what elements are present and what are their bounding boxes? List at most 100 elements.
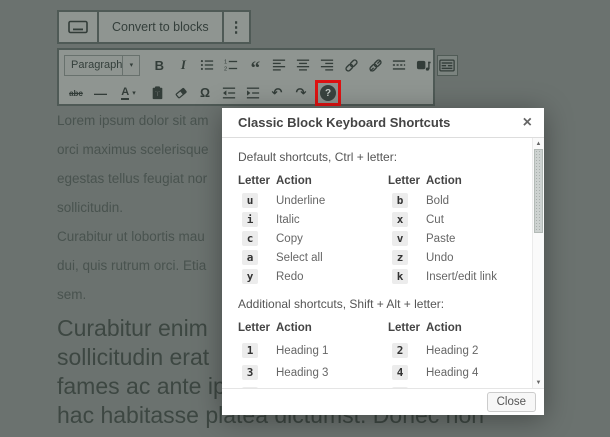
col-header: Letter — [238, 175, 270, 187]
increase-indent-button[interactable] — [243, 83, 264, 104]
key-badge: 2 — [392, 343, 408, 358]
redo-button[interactable]: ↷ — [291, 83, 312, 104]
action-label: Italic — [276, 213, 300, 226]
paragraph-select-value: Paragraph — [71, 59, 123, 71]
editor-line: sem. — [57, 287, 87, 302]
toolbar-row-2: abc — A ▾ Ω ↶ ↷ ? — [59, 80, 433, 106]
align-center-icon — [297, 59, 310, 71]
special-character-button[interactable]: Ω — [195, 83, 216, 104]
link-icon — [345, 58, 358, 72]
align-right-icon — [321, 59, 334, 71]
wordpress-editor-screen: Convert to blocks ⋮ Paragraph ▾ B I 1 2 — [0, 0, 610, 437]
key-badge: 3 — [242, 365, 258, 380]
decrease-indent-button[interactable] — [219, 83, 240, 104]
scrollbar-thumb[interactable] — [534, 149, 543, 233]
editor-paragraph-2[interactable]: Curabitur ut lobortis mau dui, quis rutr… — [57, 222, 206, 309]
annotation-highlight-box: ? — [315, 80, 341, 106]
align-left-button[interactable] — [269, 55, 290, 76]
svg-text:1: 1 — [224, 59, 227, 65]
keyboard-shortcuts-modal: Classic Block Keyboard Shortcuts × Defau… — [222, 108, 544, 415]
text-color-letter: A — [121, 85, 130, 100]
scroll-up-icon[interactable]: ▲ — [533, 139, 544, 148]
key-badge: a — [242, 250, 258, 265]
insert-link-button[interactable] — [341, 55, 362, 76]
col-header: Action — [276, 175, 312, 187]
modal-header: Classic Block Keyboard Shortcuts × — [222, 108, 544, 138]
add-media-icon — [416, 60, 431, 71]
editor-line: Lorem ipsum dolor sit am — [57, 113, 209, 128]
action-label: Heading 1 — [276, 344, 329, 357]
undo-button[interactable]: ↶ — [267, 83, 288, 104]
eraser-icon — [175, 87, 187, 99]
key-badge: y — [242, 269, 258, 284]
action-label: Underline — [276, 194, 326, 207]
align-center-button[interactable] — [293, 55, 314, 76]
key-badge: v — [392, 231, 408, 246]
numbered-list-icon: 1 2 — [224, 59, 238, 72]
action-label: Heading 3 — [276, 366, 329, 379]
add-media-button[interactable] — [413, 55, 434, 76]
horizontal-rule-button[interactable]: — — [90, 83, 111, 104]
key-badge: b — [392, 193, 408, 208]
close-icon[interactable]: × — [521, 114, 534, 131]
col-header: Action — [276, 322, 312, 334]
bulleted-list-icon — [201, 60, 214, 70]
col-header: Action — [426, 322, 462, 334]
modal-title: Classic Block Keyboard Shortcuts — [238, 115, 451, 130]
editor-line: orci maximus scelerisque — [57, 142, 209, 157]
default-shortcuts-label: Default shortcuts, Ctrl + letter: — [238, 150, 398, 164]
action-label: Insert/edit link — [426, 270, 497, 283]
action-label: Heading 2 — [426, 344, 479, 357]
toolbar-toggle-keyboard-icon — [439, 59, 456, 71]
align-left-icon — [273, 59, 286, 71]
strikethrough-button[interactable]: abc — [66, 83, 87, 104]
default-shortcuts-table: Letter Action Letter Action u Underline … — [238, 175, 514, 284]
numbered-list-button[interactable]: 1 2 — [221, 55, 242, 76]
close-button[interactable]: Close — [486, 392, 536, 412]
block-toolbar: Convert to blocks ⋮ — [57, 10, 251, 44]
action-label: Heading 4 — [426, 366, 479, 379]
block-options-button[interactable]: ⋮ — [221, 12, 249, 42]
editor-line: sollicitudin. — [57, 200, 124, 215]
key-badge: x — [392, 212, 408, 227]
scroll-down-icon[interactable]: ▼ — [533, 378, 544, 387]
convert-to-blocks-button[interactable]: Convert to blocks — [97, 12, 222, 42]
paste-as-text-clipboard-icon — [152, 86, 162, 100]
additional-shortcuts-table: Letter Action Letter Action 1 Heading 1 … — [238, 322, 514, 388]
modal-body: Default shortcuts, Ctrl + letter: Letter… — [222, 138, 544, 388]
key-badge: 4 — [392, 365, 408, 380]
editor-line: dui, quis rutrum orci. Etia — [57, 258, 207, 273]
action-label: Paste — [426, 232, 456, 245]
toolbar-toggle-button[interactable] — [436, 54, 458, 76]
italic-button[interactable]: I — [173, 55, 194, 76]
action-label: Redo — [276, 270, 304, 283]
chevron-down-icon: ▾ — [132, 90, 136, 97]
action-label: Undo — [426, 251, 454, 264]
key-badge: c — [242, 231, 258, 246]
blockquote-button[interactable]: “ — [245, 55, 266, 78]
svg-text:2: 2 — [224, 67, 227, 72]
read-more-button[interactable] — [389, 55, 410, 76]
paragraph-format-select[interactable]: Paragraph ▾ — [64, 54, 141, 76]
text-color-button[interactable]: A ▾ — [114, 83, 144, 104]
bulleted-list-button[interactable] — [197, 55, 218, 76]
remove-link-button[interactable] — [365, 55, 386, 76]
action-label: Bold — [426, 194, 450, 207]
key-badge: 1 — [242, 343, 258, 358]
clear-formatting-button[interactable] — [171, 83, 192, 104]
col-header: Letter — [388, 322, 420, 334]
key-badge: u — [242, 193, 258, 208]
chevron-down-icon: ▾ — [122, 55, 139, 75]
classic-block-button[interactable] — [59, 12, 97, 42]
additional-shortcuts-label: Additional shortcuts, Shift + Alt + lett… — [238, 297, 445, 311]
col-header: Letter — [388, 175, 420, 187]
help-button[interactable]: ? — [320, 85, 336, 101]
indent-icon — [246, 87, 260, 99]
paste-as-text-button[interactable] — [147, 83, 168, 104]
bold-button[interactable]: B — [149, 55, 170, 76]
align-right-button[interactable] — [317, 55, 338, 76]
editor-paragraph-1[interactable]: Lorem ipsum dolor sit am orci maximus sc… — [57, 106, 209, 222]
action-label: Copy — [276, 232, 303, 245]
modal-scrollbar[interactable]: ▲ ▼ — [532, 138, 544, 388]
modal-footer: Close — [222, 388, 544, 415]
